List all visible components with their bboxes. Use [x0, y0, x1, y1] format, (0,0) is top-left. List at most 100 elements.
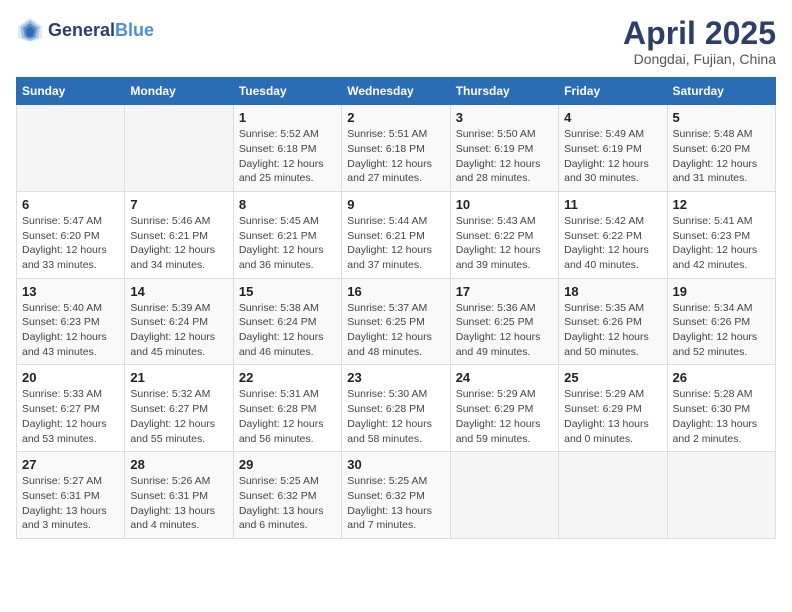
- day-info: Sunrise: 5:44 AMSunset: 6:21 PMDaylight:…: [347, 214, 444, 273]
- calendar-cell: [125, 105, 233, 192]
- calendar-header: SundayMondayTuesdayWednesdayThursdayFrid…: [17, 78, 776, 105]
- calendar-cell: 3Sunrise: 5:50 AMSunset: 6:19 PMDaylight…: [450, 105, 558, 192]
- calendar-cell: [559, 452, 667, 539]
- day-info: Sunrise: 5:42 AMSunset: 6:22 PMDaylight:…: [564, 214, 661, 273]
- calendar-cell: 15 Sunrise: 5:38 AMSunset: 6:24 PMDayligh…: [233, 278, 341, 365]
- day-number: 27: [22, 457, 119, 472]
- calendar-cell: [667, 452, 775, 539]
- day-info: Sunrise: 5:29 AMSunset: 6:29 PMDaylight:…: [456, 387, 553, 446]
- month-year-title: April 2025: [623, 16, 776, 51]
- calendar-week-row: 27Sunrise: 5:27 AMSunset: 6:31 PMDayligh…: [17, 452, 776, 539]
- calendar-cell: 24 Sunrise: 5:29 AMSunset: 6:29 PMDayligh…: [450, 365, 558, 452]
- day-info: Sunrise: 5:28 AMSunset: 6:30 PMDaylight:…: [673, 387, 770, 446]
- day-number: 19: [673, 284, 770, 299]
- day-number: 24: [456, 370, 553, 385]
- day-info: Sunrise: 5:40 AMSunset: 6:23 PMDaylight:…: [22, 301, 119, 360]
- calendar-cell: 16Sunrise: 5:37 AMSunset: 6:25 PMDayligh…: [342, 278, 450, 365]
- calendar-week-row: 13 Sunrise: 5:40 AMSunset: 6:23 PMDayligh…: [17, 278, 776, 365]
- day-info: Sunrise: 5:35 AMSunset: 6:26 PMDaylight:…: [564, 301, 661, 360]
- day-info: Sunrise: 5:48 AMSunset: 6:20 PMDaylight:…: [673, 127, 770, 186]
- day-number: 15: [239, 284, 336, 299]
- day-number: 25: [564, 370, 661, 385]
- day-number: 16: [347, 284, 444, 299]
- weekday-header-friday: Friday: [559, 78, 667, 105]
- calendar-cell: 28 Sunrise: 5:26 AMSunset: 6:31 PMDayligh…: [125, 452, 233, 539]
- calendar-cell: 17Sunrise: 5:36 AMSunset: 6:25 PMDayligh…: [450, 278, 558, 365]
- calendar-cell: 20 Sunrise: 5:33 AMSunset: 6:27 PMDayligh…: [17, 365, 125, 452]
- calendar-cell: 29 Sunrise: 5:25 AMSunset: 6:32 PMDayligh…: [233, 452, 341, 539]
- day-number: 1: [239, 110, 336, 125]
- day-number: 7: [130, 197, 227, 212]
- day-number: 6: [22, 197, 119, 212]
- calendar-week-row: 1 Sunrise: 5:52 AMSunset: 6:18 PMDaylight…: [17, 105, 776, 192]
- calendar-cell: 1 Sunrise: 5:52 AMSunset: 6:18 PMDaylight…: [233, 105, 341, 192]
- day-info: Sunrise: 5:51 AMSunset: 6:18 PMDaylight:…: [347, 127, 444, 186]
- day-info: Sunrise: 5:52 AMSunset: 6:18 PMDaylight:…: [239, 127, 336, 186]
- day-number: 22: [239, 370, 336, 385]
- day-number: 21: [130, 370, 227, 385]
- calendar-week-row: 20 Sunrise: 5:33 AMSunset: 6:27 PMDayligh…: [17, 365, 776, 452]
- calendar-cell: 11Sunrise: 5:42 AMSunset: 6:22 PMDayligh…: [559, 191, 667, 278]
- day-number: 18: [564, 284, 661, 299]
- day-info: Sunrise: 5:49 AMSunset: 6:19 PMDaylight:…: [564, 127, 661, 186]
- calendar-cell: 12 Sunrise: 5:41 AMSunset: 6:23 PMDayligh…: [667, 191, 775, 278]
- location-subtitle: Dongdai, Fujian, China: [623, 51, 776, 67]
- logo: General Blue: [16, 16, 154, 44]
- calendar-cell: 26 Sunrise: 5:28 AMSunset: 6:30 PMDayligh…: [667, 365, 775, 452]
- day-info: Sunrise: 5:29 AMSunset: 6:29 PMDaylight:…: [564, 387, 661, 446]
- weekday-header-tuesday: Tuesday: [233, 78, 341, 105]
- day-number: 9: [347, 197, 444, 212]
- day-number: 10: [456, 197, 553, 212]
- weekday-header-thursday: Thursday: [450, 78, 558, 105]
- calendar-cell: 25 Sunrise: 5:29 AMSunset: 6:29 PMDayligh…: [559, 365, 667, 452]
- day-info: Sunrise: 5:39 AMSunset: 6:24 PMDaylight:…: [130, 301, 227, 360]
- calendar-cell: 22 Sunrise: 5:31 AMSunset: 6:28 PMDayligh…: [233, 365, 341, 452]
- logo-blue: Blue: [115, 20, 154, 41]
- day-info: Sunrise: 5:25 AMSunset: 6:32 PMDaylight:…: [239, 474, 336, 533]
- day-info: Sunrise: 5:38 AMSunset: 6:24 PMDaylight:…: [239, 301, 336, 360]
- day-number: 14: [130, 284, 227, 299]
- day-info: Sunrise: 5:25 AMSunset: 6:32 PMDaylight:…: [347, 474, 444, 533]
- calendar-cell: 27Sunrise: 5:27 AMSunset: 6:31 PMDayligh…: [17, 452, 125, 539]
- calendar-cell: 23 Sunrise: 5:30 AMSunset: 6:28 PMDayligh…: [342, 365, 450, 452]
- day-info: Sunrise: 5:30 AMSunset: 6:28 PMDaylight:…: [347, 387, 444, 446]
- calendar-cell: [450, 452, 558, 539]
- weekday-header-row: SundayMondayTuesdayWednesdayThursdayFrid…: [17, 78, 776, 105]
- day-info: Sunrise: 5:41 AMSunset: 6:23 PMDaylight:…: [673, 214, 770, 273]
- day-number: 8: [239, 197, 336, 212]
- calendar-cell: 7 Sunrise: 5:46 AMSunset: 6:21 PMDaylight…: [125, 191, 233, 278]
- day-info: Sunrise: 5:31 AMSunset: 6:28 PMDaylight:…: [239, 387, 336, 446]
- calendar-cell: 21 Sunrise: 5:32 AMSunset: 6:27 PMDayligh…: [125, 365, 233, 452]
- day-number: 29: [239, 457, 336, 472]
- calendar-cell: 5 Sunrise: 5:48 AMSunset: 6:20 PMDaylight…: [667, 105, 775, 192]
- calendar-cell: 19 Sunrise: 5:34 AMSunset: 6:26 PMDayligh…: [667, 278, 775, 365]
- day-number: 5: [673, 110, 770, 125]
- day-number: 2: [347, 110, 444, 125]
- day-number: 28: [130, 457, 227, 472]
- weekday-header-saturday: Saturday: [667, 78, 775, 105]
- day-number: 23: [347, 370, 444, 385]
- day-number: 20: [22, 370, 119, 385]
- day-number: 4: [564, 110, 661, 125]
- day-number: 12: [673, 197, 770, 212]
- logo-icon: [16, 16, 44, 44]
- logo-general: General: [48, 20, 115, 41]
- day-info: Sunrise: 5:34 AMSunset: 6:26 PMDaylight:…: [673, 301, 770, 360]
- day-info: Sunrise: 5:32 AMSunset: 6:27 PMDaylight:…: [130, 387, 227, 446]
- weekday-header-monday: Monday: [125, 78, 233, 105]
- title-block: April 2025 Dongdai, Fujian, China: [623, 16, 776, 67]
- calendar-cell: 13 Sunrise: 5:40 AMSunset: 6:23 PMDayligh…: [17, 278, 125, 365]
- calendar-cell: [17, 105, 125, 192]
- day-number: 13: [22, 284, 119, 299]
- day-number: 30: [347, 457, 444, 472]
- day-info: Sunrise: 5:50 AMSunset: 6:19 PMDaylight:…: [456, 127, 553, 186]
- day-info: Sunrise: 5:46 AMSunset: 6:21 PMDaylight:…: [130, 214, 227, 273]
- day-number: 26: [673, 370, 770, 385]
- day-info: Sunrise: 5:26 AMSunset: 6:31 PMDaylight:…: [130, 474, 227, 533]
- calendar-cell: 18 Sunrise: 5:35 AMSunset: 6:26 PMDayligh…: [559, 278, 667, 365]
- calendar-cell: 9 Sunrise: 5:44 AMSunset: 6:21 PMDaylight…: [342, 191, 450, 278]
- day-info: Sunrise: 5:33 AMSunset: 6:27 PMDaylight:…: [22, 387, 119, 446]
- calendar-cell: 4 Sunrise: 5:49 AMSunset: 6:19 PMDaylight…: [559, 105, 667, 192]
- day-number: 17: [456, 284, 553, 299]
- page-header: General Blue April 2025 Dongdai, Fujian,…: [16, 16, 776, 67]
